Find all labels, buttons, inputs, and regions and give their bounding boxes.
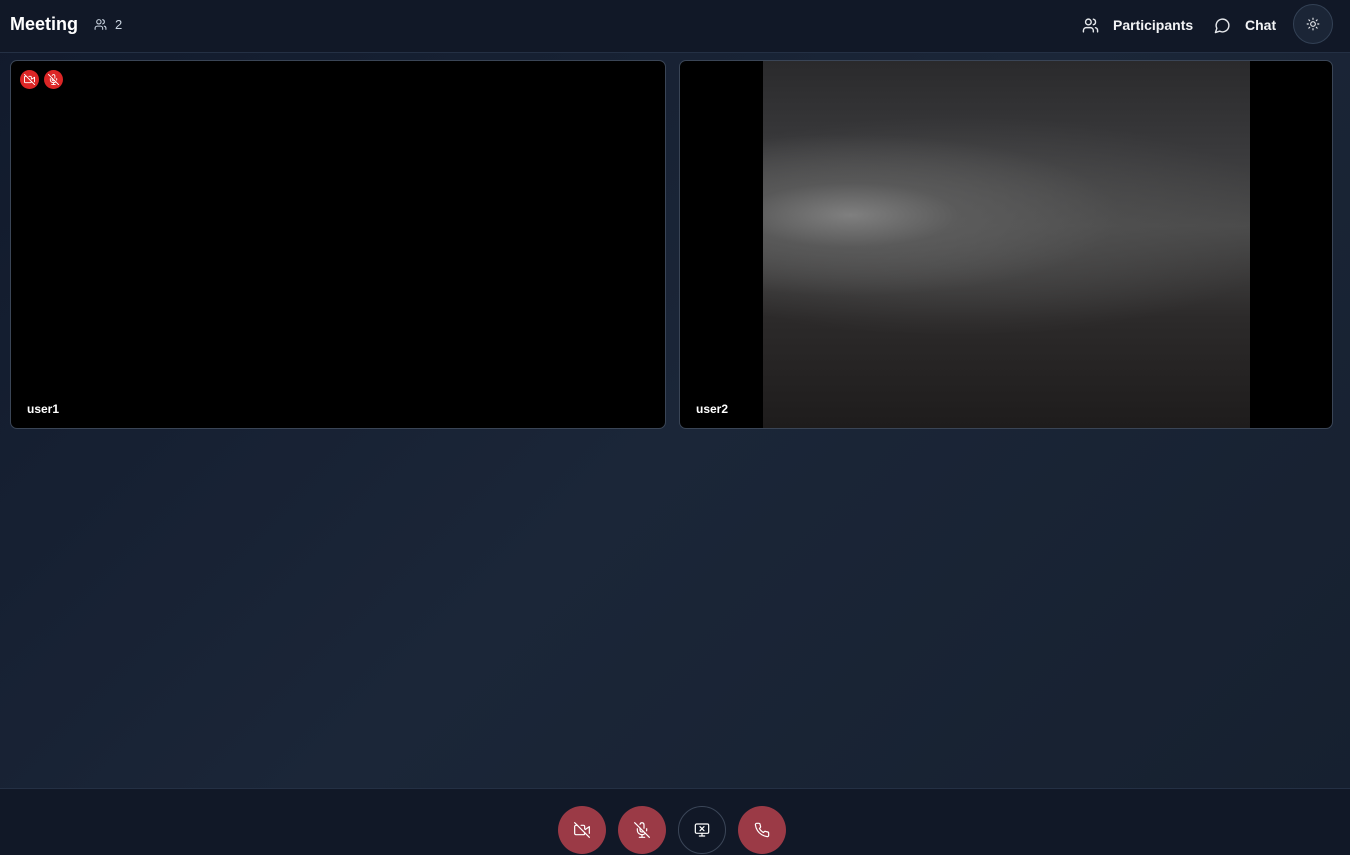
users-icon xyxy=(94,19,107,30)
mic-off-icon xyxy=(48,74,59,85)
participants-button[interactable]: Participants xyxy=(1082,14,1193,36)
phone-icon xyxy=(754,822,770,838)
chat-button[interactable]: Chat xyxy=(1214,14,1276,36)
participants-label: Participants xyxy=(1113,17,1194,33)
participant-count: 2 xyxy=(94,17,122,32)
chat-label: Chat xyxy=(1245,17,1277,33)
leave-call-button[interactable] xyxy=(738,806,786,854)
control-bar xyxy=(0,788,1350,855)
mic-off-indicator xyxy=(44,70,63,89)
mic-off-icon xyxy=(634,822,650,838)
video-off-icon xyxy=(24,74,35,85)
video-tile-user1: user1 xyxy=(10,60,666,429)
top-bar: Meeting 2 Participants Chat xyxy=(0,0,1350,53)
sun-icon xyxy=(1306,17,1320,31)
screen-share-off-icon xyxy=(694,823,710,837)
toggle-mic-button[interactable] xyxy=(618,806,666,854)
participant-name: user1 xyxy=(27,402,60,416)
video-off-icon xyxy=(574,822,590,838)
camera-feed xyxy=(763,61,1250,428)
meeting-title: Meeting xyxy=(10,14,79,34)
message-circle-icon xyxy=(1214,17,1230,33)
toggle-camera-button[interactable] xyxy=(558,806,606,854)
video-off-indicator xyxy=(20,70,39,89)
screen-share-button[interactable] xyxy=(678,806,726,854)
theme-toggle-button[interactable] xyxy=(1293,4,1333,44)
participant-name: user2 xyxy=(696,402,729,416)
participant-count-value: 2 xyxy=(115,17,123,32)
status-indicators xyxy=(20,70,63,89)
video-tile-user2: user2 xyxy=(679,60,1333,429)
users-icon xyxy=(1082,17,1099,33)
